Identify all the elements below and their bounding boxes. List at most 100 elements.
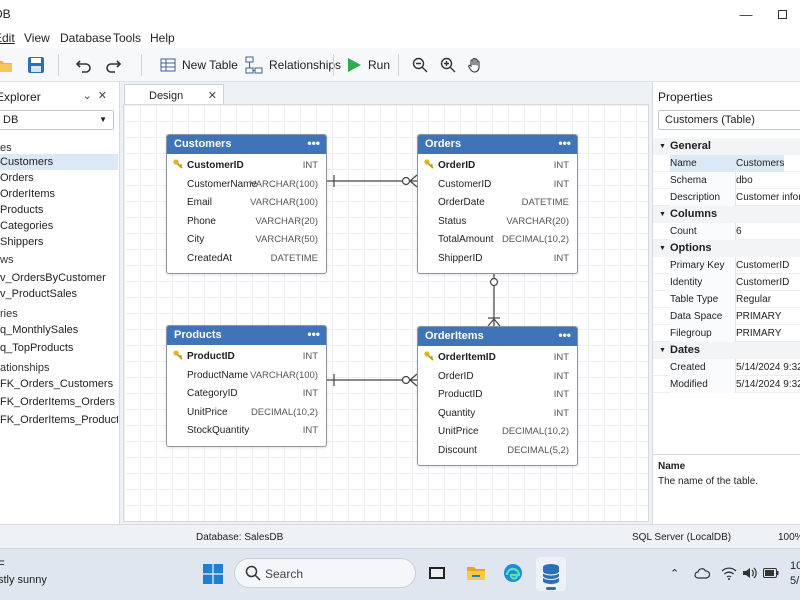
er-column-row[interactable]: CustomerID INT: [167, 156, 326, 175]
close-icon[interactable]: ✕: [98, 90, 113, 102]
er-column-row[interactable]: ProductName VARCHAR(100): [167, 366, 326, 385]
more-options-icon[interactable]: •••: [558, 328, 571, 342]
er-table-header[interactable]: OrderItems •••: [418, 327, 577, 346]
er-column-row[interactable]: UnitPrice DECIMAL(10,2): [167, 403, 326, 422]
property-value[interactable]: 5/14/2024 9:32 A: [736, 359, 800, 376]
tree-group[interactable]: ries: [0, 306, 118, 322]
property-value[interactable]: PRIMARY: [736, 325, 781, 342]
er-column-row[interactable]: City VARCHAR(50): [167, 230, 326, 249]
taskbar-search[interactable]: Search: [234, 558, 416, 588]
er-column-row[interactable]: Status VARCHAR(20): [418, 212, 577, 231]
er-column-row[interactable]: ShipperID INT: [418, 249, 577, 268]
chevron-down-icon[interactable]: ⌄: [83, 90, 98, 102]
property-row[interactable]: Identity ColumnCustomerID: [653, 274, 800, 305]
er-column-row[interactable]: OrderID INT: [418, 156, 577, 175]
minimize-button[interactable]: —: [728, 0, 764, 28]
er-column-row[interactable]: ProductID INT: [167, 347, 326, 366]
er-table-customers[interactable]: Customers ••• CustomerID INT CustomerName VAR…: [166, 134, 327, 274]
property-value[interactable]: Customers: [736, 155, 785, 172]
tab-design[interactable]: Design ✕: [124, 84, 224, 106]
er-column-row[interactable]: UnitPrice DECIMAL(10,2): [418, 422, 577, 441]
er-column-row[interactable]: CustomerName VARCHAR(100): [167, 175, 326, 194]
property-row[interactable]: Data Space PRIMARY: [653, 308, 800, 325]
taskbar-app-taskview[interactable]: [427, 563, 447, 583]
tree-item[interactable]: Products: [0, 202, 118, 218]
menu-help[interactable]: Help: [150, 31, 175, 45]
tree-item[interactable]: OrderItems: [0, 186, 118, 202]
er-column-row[interactable]: OrderDate DATETIME: [418, 193, 577, 212]
er-column-row[interactable]: CustomerID INT: [418, 175, 577, 194]
tree-item[interactable]: Categories: [0, 218, 118, 234]
er-column-row[interactable]: StockQuantity INT: [167, 421, 326, 440]
database-select[interactable]: DB ▼: [0, 110, 114, 130]
property-section[interactable]: ▼ Options: [653, 240, 800, 257]
tree-group[interactable]: ationships: [0, 360, 118, 376]
tree-item[interactable]: v_OrdersByCustomer: [0, 270, 118, 286]
property-section[interactable]: ▼ Columns: [653, 206, 800, 223]
pan-button[interactable]: [467, 53, 483, 77]
er-table-header[interactable]: Customers •••: [167, 135, 326, 154]
chevron-up-icon[interactable]: ⌃: [670, 567, 679, 580]
tree-item[interactable]: q_TopProducts: [0, 340, 118, 356]
property-row[interactable]: Primary Key CustomerID: [653, 257, 800, 274]
more-options-icon[interactable]: •••: [307, 327, 320, 341]
er-column-row[interactable]: Phone VARCHAR(20): [167, 212, 326, 231]
er-column-row[interactable]: TotalAmount DECIMAL(10,2): [418, 230, 577, 249]
tree-item[interactable]: v_ProductSales: [0, 286, 118, 302]
weather-widget[interactable]: F stly sunny: [0, 559, 47, 586]
taskbar-app-edge[interactable]: [502, 562, 524, 584]
property-row[interactable]: Filegroup PRIMARY: [653, 325, 800, 342]
er-column-row[interactable]: OrderItemID INT: [418, 348, 577, 367]
volume-icon[interactable]: [742, 567, 758, 579]
property-value[interactable]: PRIMARY: [736, 308, 781, 325]
property-value[interactable]: dbo: [736, 172, 753, 189]
er-table-header[interactable]: Orders •••: [418, 135, 577, 154]
er-column-row[interactable]: Quantity INT: [418, 404, 577, 423]
tree-group[interactable]: ws: [0, 252, 118, 268]
redo-button[interactable]: [104, 53, 122, 77]
tree-item[interactable]: Orders: [0, 170, 118, 186]
er-table-orderitems[interactable]: OrderItems ••• OrderItemID INT OrderID INT Pro…: [417, 326, 578, 466]
er-column-row[interactable]: OrderID INT: [418, 367, 577, 386]
property-value[interactable]: CustomerID: [736, 257, 789, 274]
er-column-row[interactable]: CreatedAt DATETIME: [167, 249, 326, 268]
property-row[interactable]: Created5/14/2024 9:32 A: [653, 359, 800, 376]
zoom-in-button[interactable]: [440, 53, 456, 77]
tree-item[interactable]: Customers: [0, 154, 118, 170]
taskbar-app-explorer[interactable]: [465, 562, 487, 584]
menu-database[interactable]: Database: [60, 31, 111, 45]
property-value[interactable]: 5/14/2024 9:32 A: [736, 376, 800, 393]
property-section[interactable]: ▼ General: [653, 138, 800, 155]
property-row[interactable]: Name Customers: [653, 155, 800, 172]
property-value[interactable]: CustomerID: [736, 274, 789, 291]
property-row[interactable]: Count 6: [653, 223, 800, 240]
property-row[interactable]: DescriptionCustomer inform: [653, 189, 800, 206]
open-button[interactable]: [0, 53, 12, 77]
battery-icon[interactable]: [763, 568, 779, 578]
property-section[interactable]: ▼ Dates: [653, 342, 800, 359]
maximize-button[interactable]: [764, 0, 800, 28]
wifi-icon[interactable]: [721, 566, 737, 580]
er-table-orders[interactable]: Orders ••• OrderID INT CustomerID INT OrderDat…: [417, 134, 578, 274]
er-column-row[interactable]: ProductID INT: [418, 385, 577, 404]
run-button[interactable]: Run: [346, 53, 390, 77]
property-row[interactable]: Schema dbo: [653, 172, 800, 189]
er-column-row[interactable]: Discount DECIMAL(5,2): [418, 441, 577, 460]
er-table-products[interactable]: Products ••• ProductID INT ProductName VARCHA…: [166, 325, 327, 447]
undo-button[interactable]: [75, 53, 93, 77]
menu-edit[interactable]: Edit: [0, 31, 15, 45]
properties-object-select[interactable]: Customers (Table): [658, 110, 800, 130]
start-button[interactable]: [202, 563, 224, 585]
more-options-icon[interactable]: •••: [558, 136, 571, 150]
property-row[interactable]: Table Type Regular: [653, 291, 800, 308]
property-value[interactable]: Regular: [736, 291, 771, 308]
tree-item[interactable]: FK_Orders_Customers: [0, 376, 118, 392]
cloud-icon[interactable]: [694, 567, 710, 579]
zoom-out-button[interactable]: [412, 53, 428, 77]
er-table-header[interactable]: Products •••: [167, 326, 326, 345]
property-value[interactable]: Customer inform: [736, 189, 800, 206]
menu-tools[interactable]: Tools: [113, 31, 141, 45]
tree-item[interactable]: Shippers: [0, 234, 118, 250]
more-options-icon[interactable]: •••: [307, 136, 320, 150]
close-tab-icon[interactable]: ✕: [208, 89, 217, 102]
